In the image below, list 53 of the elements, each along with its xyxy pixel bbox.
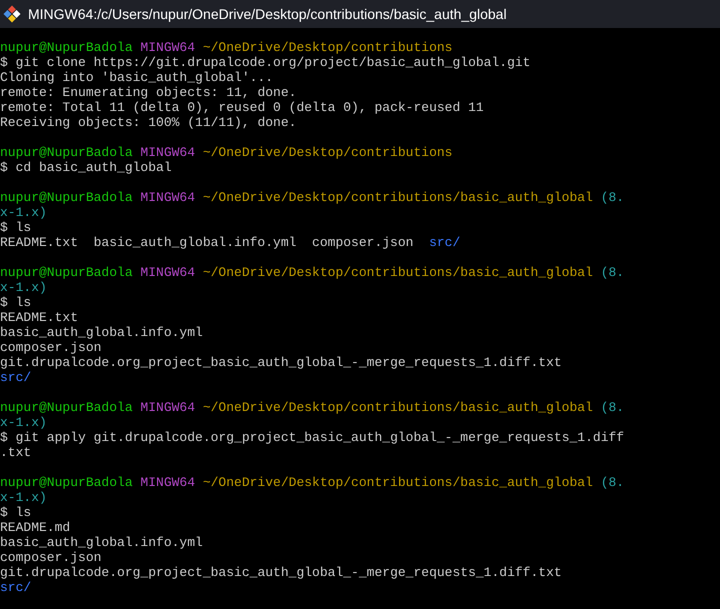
- terminal-text: .txt: [0, 445, 32, 460]
- git-branch: x-1.x): [0, 415, 47, 430]
- terminal-text: composer.json: [0, 340, 102, 355]
- terminal-text: basic_auth_global.info.yml: [0, 325, 203, 340]
- prompt-path: ~/OneDrive/Desktop/contributions/basic_auth_global: [202, 190, 593, 205]
- prompt-user: nupur@NupurBadola: [0, 190, 133, 205]
- prompt-path: ~/OneDrive/Desktop/contributions: [202, 40, 452, 55]
- prompt-user: nupur@NupurBadola: [0, 145, 133, 160]
- terminal-text: $ ls: [0, 295, 32, 310]
- terminal-text: composer.json: [312, 235, 414, 250]
- terminal-text: git.drupalcode.org_project_basic_auth_global_-_merge_requests_1.diff.txt: [0, 355, 562, 370]
- terminal-text: remote: Enumerating objects: 11, done.: [0, 85, 296, 100]
- terminal-text: remote: Total 11 (delta 0), reused 0 (delta 0), pack-reused 11: [0, 100, 484, 115]
- prompt-path: ~/OneDrive/Desktop/contributions/basic_auth_global: [202, 400, 593, 415]
- directory-name: src/: [0, 370, 32, 385]
- terminal-text: basic_auth_global.info.yml: [0, 535, 203, 550]
- app-icon: [3, 5, 21, 23]
- prompt-path: ~/OneDrive/Desktop/contributions/basic_auth_global: [202, 265, 593, 280]
- directory-name: src/: [429, 235, 460, 250]
- git-branch: x-1.x): [0, 490, 47, 505]
- prompt-user: nupur@NupurBadola: [0, 400, 133, 415]
- prompt-user: nupur@NupurBadola: [0, 265, 133, 280]
- git-branch: x-1.x): [0, 205, 47, 220]
- prompt-host: MINGW64: [140, 400, 196, 415]
- terminal-text: $ git clone https://git.drupalcode.org/project/basic_auth_global.git: [0, 55, 530, 70]
- git-branch: (8.: [600, 190, 624, 205]
- prompt-host: MINGW64: [140, 190, 196, 205]
- terminal-text: Cloning into 'basic_auth_global'...: [0, 70, 274, 85]
- terminal-text: README.txt: [0, 235, 78, 250]
- prompt-host: MINGW64: [140, 265, 196, 280]
- terminal-text: README.txt: [0, 310, 78, 325]
- prompt-user: nupur@NupurBadola: [0, 475, 133, 490]
- git-branch: (8.: [600, 265, 624, 280]
- terminal-text: composer.json: [0, 550, 102, 565]
- git-branch: (8.: [600, 475, 624, 490]
- prompt-host: MINGW64: [140, 475, 196, 490]
- git-branch: (8.: [600, 400, 624, 415]
- terminal-text: README.md: [0, 520, 70, 535]
- terminal-text: $ ls: [0, 220, 32, 235]
- prompt-user: nupur@NupurBadola: [0, 40, 133, 55]
- git-branch: x-1.x): [0, 280, 47, 295]
- terminal-text: git.drupalcode.org_project_basic_auth_global_-_merge_requests_1.diff.txt: [0, 565, 562, 580]
- terminal-text: $ cd basic_auth_global: [0, 160, 172, 175]
- prompt-host: MINGW64: [140, 145, 196, 160]
- prompt-path: ~/OneDrive/Desktop/contributions/basic_auth_global: [202, 475, 593, 490]
- prompt-host: MINGW64: [140, 40, 196, 55]
- window-title: MINGW64:/c/Users/nupur/OneDrive/Desktop/contributions/basic_auth_global: [28, 4, 507, 24]
- prompt-path: ~/OneDrive/Desktop/contributions: [202, 145, 452, 160]
- terminal-text: Receiving objects: 100% (11/11), done.: [0, 115, 296, 130]
- terminal-text: $ git apply git.drupalcode.org_project_basic_auth_global_-_merge_requests_1.diff: [0, 430, 624, 445]
- directory-name: src/: [0, 580, 32, 595]
- terminal-text: $ ls: [0, 505, 32, 520]
- terminal-text: basic_auth_global.info.yml: [94, 235, 296, 250]
